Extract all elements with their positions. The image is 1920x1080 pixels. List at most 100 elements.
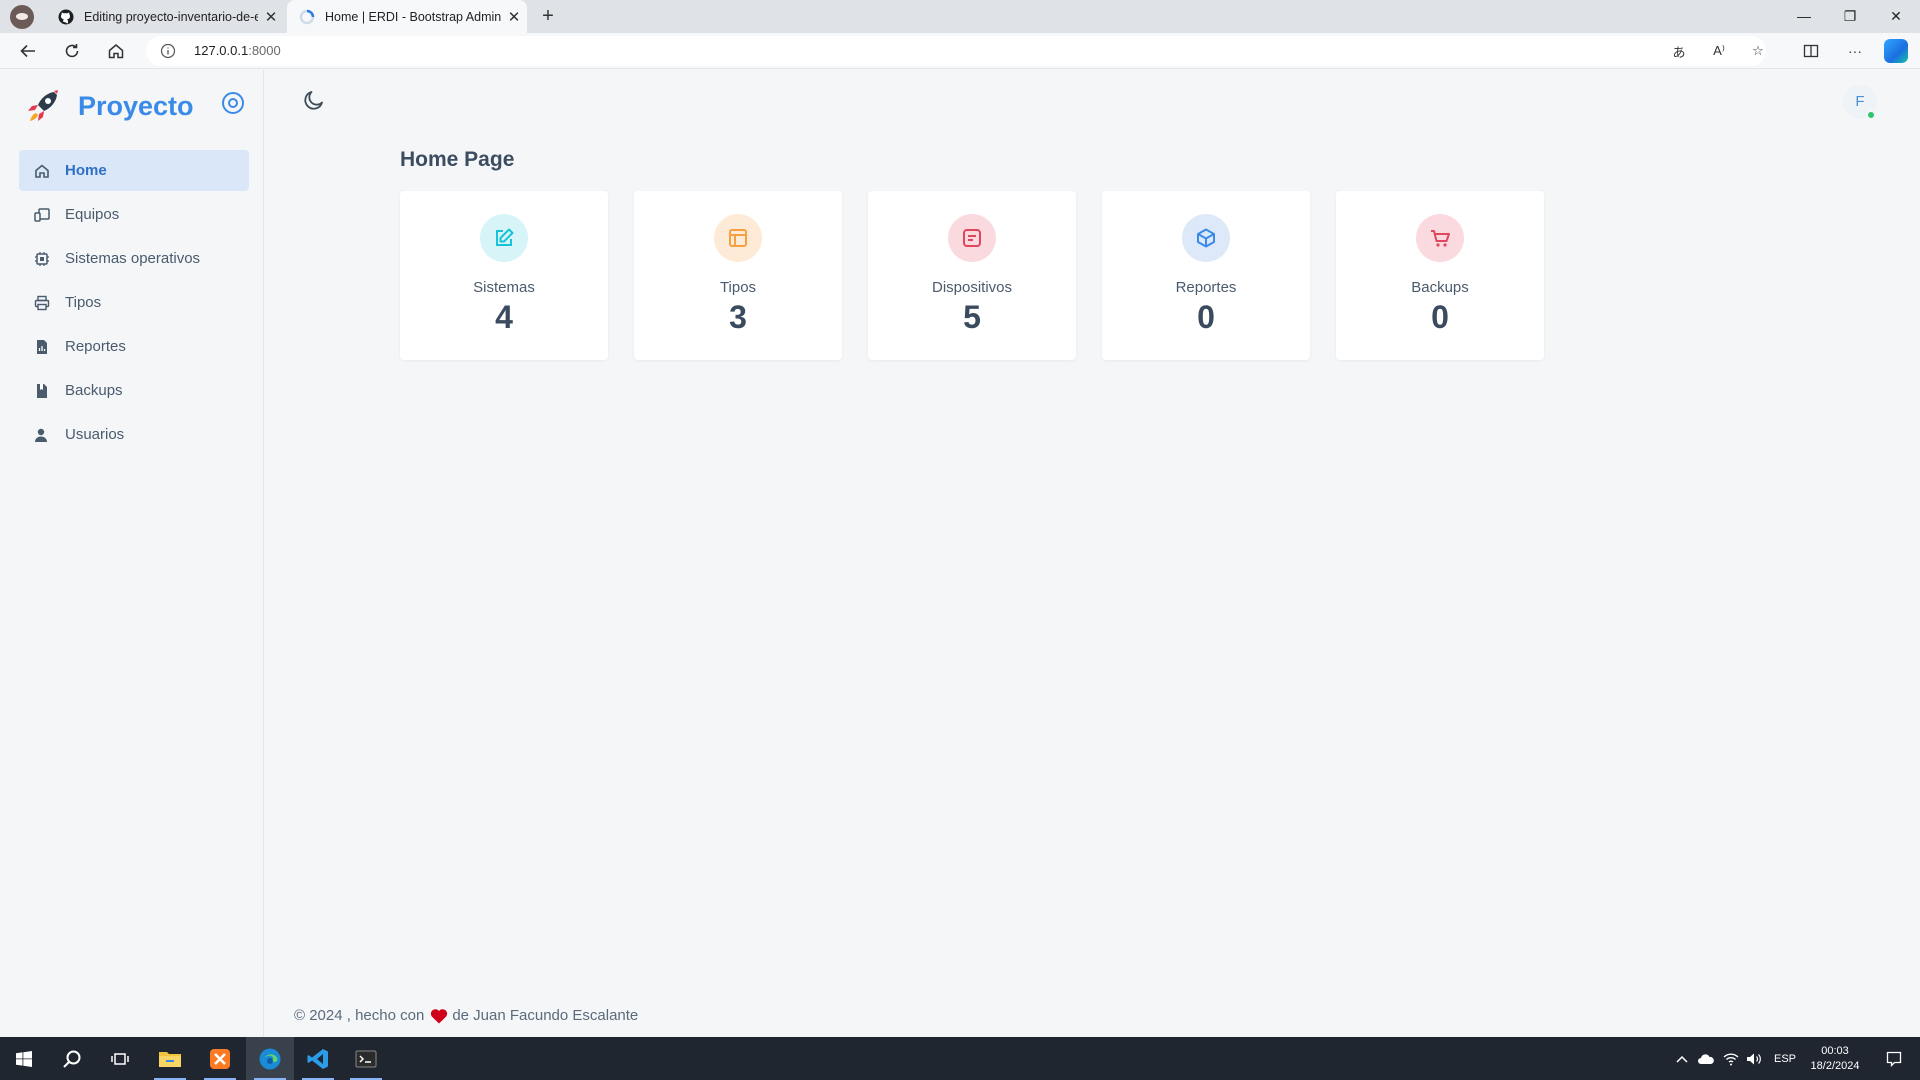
cpu-icon bbox=[33, 250, 51, 268]
stats-cards: Sistemas 4 Tipos 3 Dispositivos 5 Report… bbox=[400, 191, 1570, 360]
new-tab-button[interactable]: + bbox=[536, 4, 560, 28]
taskbar: ESP 00:03 18/2/2024 bbox=[0, 1037, 1920, 1080]
page-title: Home Page bbox=[400, 148, 515, 171]
card-label: Sistemas bbox=[473, 279, 535, 296]
sidebar-item-home[interactable]: Home bbox=[19, 150, 249, 191]
url-host: 127.0.0.1 bbox=[194, 43, 249, 58]
sidebar-menu: Home Equipos Sistemas operativos Tipos R… bbox=[19, 150, 249, 458]
url-field[interactable]: 127.0.0.1:8000 あ A⁾ ☆ bbox=[146, 36, 1766, 66]
notification-center-icon[interactable] bbox=[1874, 1037, 1914, 1080]
backup-file-icon bbox=[33, 382, 51, 400]
rocket-logo-icon bbox=[28, 90, 58, 121]
footer-suffix: de Juan Facundo Escalante bbox=[452, 1007, 639, 1024]
card-value: 3 bbox=[729, 299, 747, 335]
read-aloud-icon[interactable]: A⁾ bbox=[1708, 41, 1730, 61]
loading-spinner-icon bbox=[299, 9, 315, 24]
close-tab-icon[interactable]: ✕ bbox=[501, 8, 527, 26]
tray-overflow-chevron-icon[interactable] bbox=[1670, 1037, 1694, 1080]
dark-mode-moon-icon[interactable] bbox=[302, 88, 326, 112]
onedrive-cloud-icon[interactable] bbox=[1694, 1037, 1718, 1080]
sidebar-item-label: Equipos bbox=[65, 206, 120, 223]
sidebar-item-label: Home bbox=[65, 162, 107, 179]
sidebar-item-label: Reportes bbox=[65, 338, 126, 355]
home-icon bbox=[108, 44, 124, 59]
restore-button[interactable]: ❐ bbox=[1827, 0, 1873, 33]
edge-browser-icon[interactable] bbox=[246, 1037, 294, 1080]
footer: © 2024 , hecho con de Juan Facundo Escal… bbox=[294, 1007, 638, 1024]
close-window-button[interactable]: ✕ bbox=[1873, 0, 1919, 33]
windows-start-icon[interactable] bbox=[0, 1037, 48, 1080]
volume-icon[interactable] bbox=[1742, 1037, 1766, 1080]
vscode-icon[interactable] bbox=[294, 1037, 342, 1080]
message-square-icon bbox=[948, 214, 996, 262]
sidebar: Proyecto Home Equipos Sistemas operativo… bbox=[0, 70, 264, 1037]
tab-title: Home | ERDI - Bootstrap Admin bbox=[325, 9, 501, 24]
file-explorer-icon[interactable] bbox=[146, 1037, 194, 1080]
terminal-icon[interactable] bbox=[342, 1037, 390, 1080]
online-status-dot bbox=[1866, 110, 1876, 120]
task-view-icon[interactable] bbox=[96, 1037, 144, 1080]
card-label: Dispositivos bbox=[931, 279, 1013, 296]
sidebar-item-usuarios[interactable]: Usuarios bbox=[19, 414, 249, 455]
sidebar-item-sistemas-operativos[interactable]: Sistemas operativos bbox=[19, 238, 249, 279]
card-label: Reportes bbox=[1175, 279, 1237, 296]
github-icon bbox=[58, 9, 74, 24]
info-icon[interactable] bbox=[160, 43, 176, 59]
stat-card-tipos[interactable]: Tipos 3 bbox=[634, 191, 842, 360]
url-text: 127.0.0.1:8000 bbox=[194, 43, 281, 58]
close-tab-icon[interactable]: ✕ bbox=[258, 8, 284, 26]
browser-tab-strip: Editing proyecto-inventario-de-e ✕ Home … bbox=[0, 0, 1920, 33]
minimize-button[interactable]: — bbox=[1781, 0, 1827, 33]
browser-tab-github[interactable]: Editing proyecto-inventario-de-e ✕ bbox=[44, 0, 284, 33]
sidebar-item-label: Tipos bbox=[65, 294, 102, 311]
card-value: 4 bbox=[495, 299, 513, 335]
address-bar: 127.0.0.1:8000 あ A⁾ ☆ ··· bbox=[0, 33, 1920, 69]
stat-card-sistemas[interactable]: Sistemas 4 bbox=[400, 191, 608, 360]
sidebar-item-backups[interactable]: Backups bbox=[19, 370, 249, 411]
stat-card-backups[interactable]: Backups 0 bbox=[1336, 191, 1544, 360]
home-icon bbox=[33, 162, 51, 180]
xampp-icon[interactable] bbox=[196, 1037, 244, 1080]
input-language[interactable]: ESP bbox=[1770, 1037, 1800, 1080]
report-file-icon bbox=[33, 338, 51, 356]
sidebar-item-reportes[interactable]: Reportes bbox=[19, 326, 249, 367]
wifi-icon[interactable] bbox=[1720, 1037, 1742, 1080]
sidebar-item-tipos[interactable]: Tipos bbox=[19, 282, 249, 323]
reload-icon bbox=[65, 44, 79, 58]
back-button[interactable] bbox=[14, 38, 42, 64]
profile-icon[interactable] bbox=[10, 5, 34, 29]
clock-date: 18/2/2024 bbox=[1810, 1060, 1860, 1072]
stat-card-reportes[interactable]: Reportes 0 bbox=[1102, 191, 1310, 360]
translate-icon[interactable]: あ bbox=[1668, 41, 1690, 61]
home-button[interactable] bbox=[102, 38, 130, 64]
stat-card-dispositivos[interactable]: Dispositivos 5 bbox=[868, 191, 1076, 360]
card-label: Backups bbox=[1411, 279, 1469, 296]
card-label: Tipos bbox=[719, 279, 757, 296]
search-icon[interactable] bbox=[48, 1037, 96, 1080]
footer-prefix: © 2024 , hecho con bbox=[294, 1007, 425, 1024]
browser-tab-home[interactable]: Home | ERDI - Bootstrap Admin ✕ bbox=[287, 0, 527, 33]
user-icon bbox=[33, 426, 51, 444]
card-value: 0 bbox=[1197, 299, 1215, 335]
copilot-icon[interactable] bbox=[1884, 39, 1908, 63]
layout-icon bbox=[714, 214, 762, 262]
system-clock[interactable]: 00:03 18/2/2024 bbox=[1800, 1044, 1870, 1074]
card-value: 0 bbox=[1431, 299, 1449, 335]
card-value: 5 bbox=[963, 299, 981, 335]
brand-name: Proyecto bbox=[78, 90, 194, 121]
split-screen-icon[interactable] bbox=[1798, 38, 1824, 64]
cart-icon bbox=[1416, 214, 1464, 262]
sidebar-item-label: Sistemas operativos bbox=[65, 250, 201, 267]
printer-icon bbox=[33, 294, 51, 312]
brand[interactable]: Proyecto bbox=[24, 86, 194, 126]
sidebar-toggle-icon[interactable] bbox=[222, 92, 244, 114]
favorite-star-icon[interactable]: ☆ bbox=[1747, 41, 1769, 61]
reload-button[interactable] bbox=[58, 38, 86, 64]
clock-time: 00:03 bbox=[1821, 1045, 1849, 1057]
sidebar-item-equipos[interactable]: Equipos bbox=[19, 194, 249, 235]
edit-icon bbox=[480, 214, 528, 262]
heart-icon bbox=[431, 1008, 448, 1023]
box-icon bbox=[1182, 214, 1230, 262]
tab-title: Editing proyecto-inventario-de-e bbox=[84, 9, 258, 24]
more-options-icon[interactable]: ··· bbox=[1842, 38, 1868, 64]
